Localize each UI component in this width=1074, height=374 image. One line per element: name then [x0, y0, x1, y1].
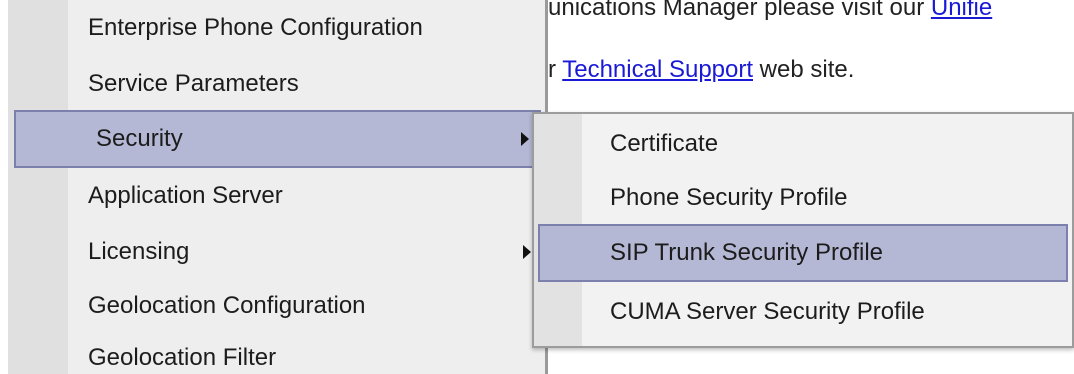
menu-item-application-server[interactable]: Application Server: [8, 168, 545, 224]
menu-item-label: Service Parameters: [88, 70, 299, 97]
menu-item-label: Licensing: [88, 238, 190, 265]
submenu-item-label: Certificate: [610, 130, 719, 157]
submenu-item-label: Phone Security Profile: [610, 184, 848, 211]
technical-support-link[interactable]: Technical Support: [562, 56, 753, 83]
menu-item-label: Enterprise Phone Configuration: [88, 14, 423, 41]
page-line-2-prefix: r: [548, 56, 563, 83]
menu-item-geolocation-configuration[interactable]: Geolocation Configuration: [8, 278, 545, 334]
unified-cm-link[interactable]: Unifie: [931, 0, 992, 21]
submenu-arrow-icon: [523, 245, 531, 259]
menu-item-service-parameters[interactable]: Service Parameters: [8, 56, 545, 112]
page-line-2: r Technical Support web site.: [548, 56, 854, 84]
menu-item-geolocation-filter[interactable]: Geolocation Filter: [8, 330, 545, 374]
security-submenu: Certificate Phone Security Profile SIP T…: [532, 112, 1074, 348]
submenu-item-phone-security-profile[interactable]: Phone Security Profile: [534, 170, 1072, 226]
submenu-item-sip-trunk-security-profile[interactable]: SIP Trunk Security Profile: [538, 224, 1068, 282]
submenu-arrow-icon: [521, 132, 529, 146]
menu-item-label: Application Server: [88, 182, 283, 209]
page-line-2-suffix: web site.: [753, 56, 855, 83]
submenu-item-label: CUMA Server Security Profile: [610, 298, 925, 325]
system-menu: Enterprise Phone Configuration Service P…: [8, 0, 548, 374]
submenu-item-certificate[interactable]: Certificate: [534, 116, 1072, 172]
submenu-item-cuma-server-security-profile[interactable]: CUMA Server Security Profile: [534, 284, 1072, 340]
screen: unications Manager please visit our Unif…: [0, 0, 1074, 374]
page-line-1-text: unications Manager please visit our: [548, 0, 931, 21]
menu-item-label: Security: [96, 125, 183, 152]
menu-item-label: Geolocation Filter: [88, 344, 277, 371]
menu-item-enterprise-phone-configuration[interactable]: Enterprise Phone Configuration: [8, 0, 545, 56]
menu-item-label: Geolocation Configuration: [88, 292, 366, 319]
menu-item-licensing[interactable]: Licensing: [8, 224, 545, 280]
menu-item-security[interactable]: Security: [14, 110, 541, 168]
page-line-1: unications Manager please visit our Unif…: [548, 0, 992, 22]
submenu-item-label: SIP Trunk Security Profile: [610, 239, 883, 266]
